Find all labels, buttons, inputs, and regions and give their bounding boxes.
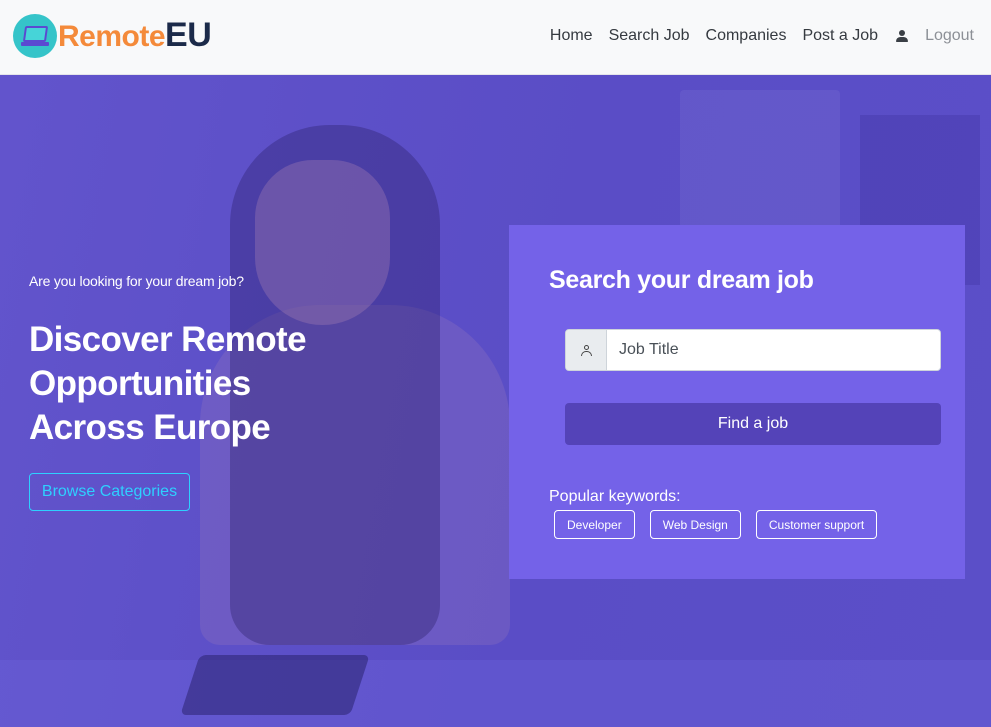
nav-companies-link[interactable]: Companies	[706, 27, 787, 45]
find-job-button[interactable]: Find a job	[565, 403, 941, 445]
nav-post-job-link[interactable]: Post a Job	[802, 27, 878, 45]
hero-laptop	[180, 655, 370, 715]
brand-logo[interactable]: RemoteEU	[13, 12, 212, 60]
search-title: Search your dream job	[549, 266, 814, 294]
person-icon	[566, 330, 607, 370]
keyword-web-design[interactable]: Web Design	[649, 510, 741, 539]
browse-categories-button[interactable]: Browse Categories	[29, 473, 190, 511]
hero-tagline: Are you looking for your dream job?	[29, 273, 244, 289]
job-title-input[interactable]	[607, 330, 940, 370]
search-panel: Search your dream job Find a job Popular…	[509, 225, 965, 579]
laptop-icon	[13, 14, 57, 58]
logout-link[interactable]: Logout	[925, 27, 974, 45]
popular-keywords-list: Developer Web Design Customer support	[554, 510, 892, 539]
top-navbar: RemoteEU Home Search Job Companies Post …	[0, 0, 991, 75]
hero-person-face	[255, 160, 390, 325]
keyword-customer-support[interactable]: Customer support	[755, 510, 878, 539]
hero-desk	[0, 660, 991, 727]
job-title-input-group	[565, 329, 941, 371]
brand-wordmark: RemoteEU	[58, 12, 212, 60]
hero-headline: Discover Remote Opportunities Across Eur…	[29, 320, 307, 447]
popular-keywords-label: Popular keywords:	[549, 488, 681, 505]
nav-links: Home Search Job Companies Post a Job Log…	[534, 22, 974, 50]
brand-name-eu: EU	[165, 16, 212, 54]
nav-home-link[interactable]: Home	[550, 27, 593, 45]
user-icon[interactable]	[895, 29, 909, 43]
nav-search-job-link[interactable]: Search Job	[609, 27, 690, 45]
keyword-developer[interactable]: Developer	[554, 510, 635, 539]
brand-name-remote: Remote	[58, 20, 166, 53]
